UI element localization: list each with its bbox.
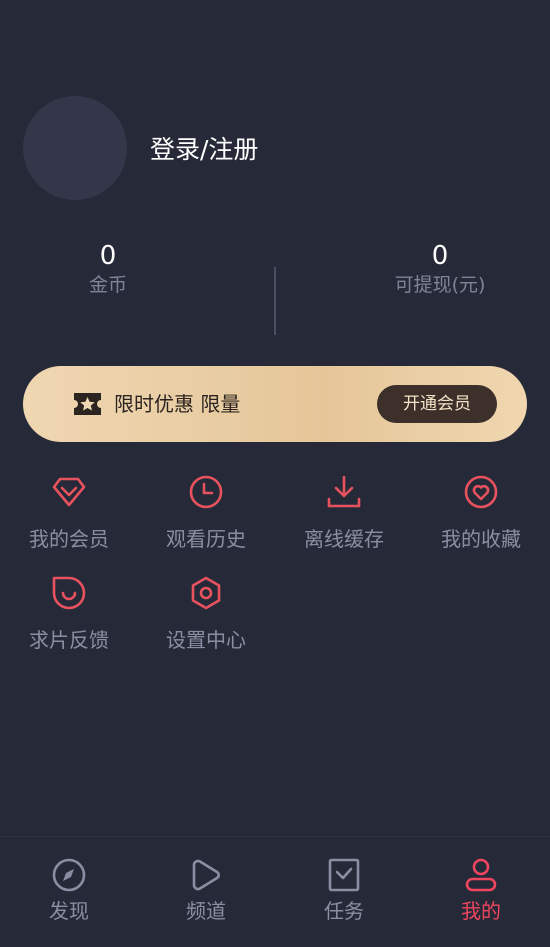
cash-label: 可提现(元) — [394, 274, 486, 296]
tab-label: 任务 — [324, 899, 364, 923]
menu-item-settings[interactable]: 设置中心 — [137, 576, 275, 672]
tab-channel[interactable]: 频道 — [137, 857, 275, 927]
user-icon — [465, 858, 497, 892]
profile-page: 登录/注册 0 金币 0 可提现(元) 限时优惠 限量 开通会员 我的会员 观看… — [0, 0, 550, 947]
coins-stat[interactable]: 0 金币 — [8, 240, 208, 298]
vip-promo-text: 限时优惠 限量 — [114, 392, 241, 416]
stats-divider — [274, 267, 276, 335]
menu-item-label: 我的会员 — [29, 527, 109, 551]
cash-value: 0 — [431, 241, 449, 271]
menu-item-my-vip[interactable]: 我的会员 — [0, 475, 138, 571]
menu-item-my-favorites[interactable]: 我的收藏 — [412, 475, 550, 571]
menu-item-label: 求片反馈 — [29, 628, 109, 652]
menu-item-label: 我的收藏 — [441, 527, 521, 551]
menu-item-watch-history[interactable]: 观看历史 — [137, 475, 275, 571]
feedback-bubble-icon — [52, 576, 86, 610]
vip-promo-banner[interactable]: 限时优惠 限量 开通会员 — [23, 366, 527, 442]
coins-label: 金币 — [88, 274, 127, 296]
login-register-link[interactable]: 登录/注册 — [150, 132, 258, 168]
download-icon — [327, 475, 361, 508]
tab-mine[interactable]: 我的 — [412, 857, 550, 927]
menu-item-label: 设置中心 — [166, 628, 246, 652]
heart-icon — [464, 475, 498, 509]
avatar[interactable] — [23, 96, 127, 200]
task-check-icon — [328, 858, 360, 892]
tab-discover[interactable]: 发现 — [0, 857, 138, 927]
ticket-star-icon — [74, 393, 101, 415]
tab-label: 发现 — [49, 899, 89, 923]
diamond-icon — [52, 477, 86, 507]
menu-item-label: 离线缓存 — [304, 527, 384, 551]
coins-value: 0 — [99, 241, 117, 271]
tab-tasks[interactable]: 任务 — [275, 857, 413, 927]
bottom-tab-bar: 发现 频道 任务 我的 — [0, 836, 550, 947]
clock-icon — [189, 475, 223, 509]
open-vip-button[interactable]: 开通会员 — [377, 385, 497, 423]
menu-item-request-feedback[interactable]: 求片反馈 — [0, 576, 138, 672]
compass-icon — [52, 858, 86, 892]
menu-item-offline-cache[interactable]: 离线缓存 — [275, 475, 413, 571]
tab-label: 频道 — [186, 899, 226, 923]
play-icon — [192, 859, 220, 891]
tab-label: 我的 — [461, 899, 501, 923]
settings-hexagon-icon — [191, 576, 221, 610]
menu-item-label: 观看历史 — [166, 527, 246, 551]
cash-stat[interactable]: 0 可提现(元) — [340, 240, 540, 298]
